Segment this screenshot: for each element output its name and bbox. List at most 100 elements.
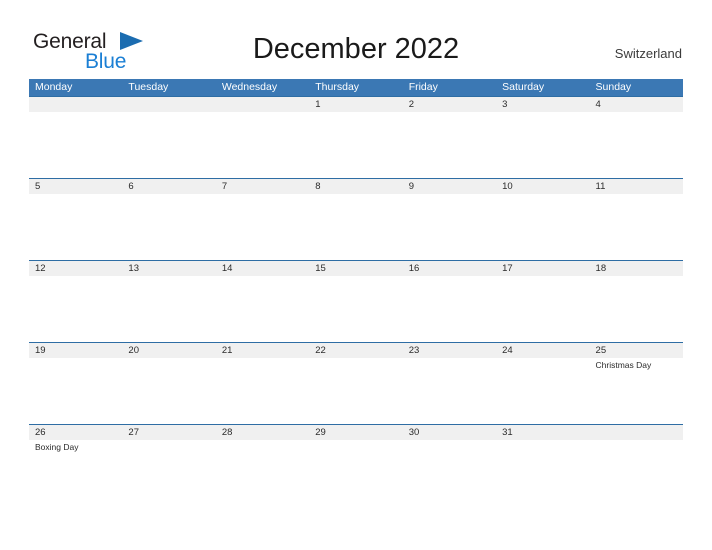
day-number[interactable]: 24 bbox=[496, 343, 589, 358]
day-cell[interactable] bbox=[216, 194, 309, 260]
day-number[interactable] bbox=[590, 425, 683, 440]
day-number[interactable]: 15 bbox=[309, 261, 402, 276]
day-cell[interactable] bbox=[122, 112, 215, 178]
day-cell[interactable] bbox=[309, 440, 402, 506]
day-number[interactable]: 26 bbox=[29, 425, 122, 440]
day-number[interactable]: 6 bbox=[122, 179, 215, 194]
week-event-row bbox=[29, 112, 683, 178]
day-cell[interactable] bbox=[122, 194, 215, 260]
day-cell[interactable] bbox=[403, 276, 496, 342]
day-cell[interactable] bbox=[496, 194, 589, 260]
calendar-week-row: 19 20 21 22 23 24 25 Christmas Day bbox=[29, 342, 683, 424]
day-cell[interactable] bbox=[590, 276, 683, 342]
weekday-header-row: Monday Tuesday Wednesday Thursday Friday… bbox=[29, 79, 683, 96]
country-label: Switzerland bbox=[614, 46, 682, 61]
day-cell[interactable] bbox=[309, 276, 402, 342]
day-number[interactable]: 2 bbox=[403, 97, 496, 112]
day-number[interactable]: 25 bbox=[590, 343, 683, 358]
week-date-stripe: 5 6 7 8 9 10 11 bbox=[29, 179, 683, 194]
day-cell[interactable] bbox=[309, 194, 402, 260]
day-cell[interactable] bbox=[29, 358, 122, 424]
week-event-row: Boxing Day bbox=[29, 440, 683, 506]
day-number[interactable]: 8 bbox=[309, 179, 402, 194]
day-number[interactable]: 9 bbox=[403, 179, 496, 194]
day-number[interactable]: 16 bbox=[403, 261, 496, 276]
day-number[interactable]: 17 bbox=[496, 261, 589, 276]
day-number[interactable] bbox=[29, 97, 122, 112]
weekday-saturday: Saturday bbox=[502, 81, 545, 93]
day-number[interactable]: 1 bbox=[309, 97, 402, 112]
week-event-row: Christmas Day bbox=[29, 358, 683, 424]
calendar-week-row: 12 13 14 15 16 17 18 bbox=[29, 260, 683, 342]
day-number[interactable]: 4 bbox=[590, 97, 683, 112]
day-cell[interactable] bbox=[29, 276, 122, 342]
day-number[interactable]: 21 bbox=[216, 343, 309, 358]
day-cell[interactable] bbox=[496, 358, 589, 424]
day-cell[interactable] bbox=[403, 112, 496, 178]
day-cell[interactable] bbox=[29, 112, 122, 178]
week-date-stripe: 19 20 21 22 23 24 25 bbox=[29, 343, 683, 358]
day-cell[interactable] bbox=[122, 276, 215, 342]
week-date-stripe: 1 2 3 4 bbox=[29, 97, 683, 112]
day-number[interactable]: 29 bbox=[309, 425, 402, 440]
weekday-sunday: Sunday bbox=[595, 81, 632, 93]
day-cell[interactable] bbox=[216, 112, 309, 178]
page-header: General Blue December 2022 Switzerland bbox=[0, 0, 712, 76]
week-date-stripe: 26 27 28 29 30 31 bbox=[29, 425, 683, 440]
calendar-week-row: 26 27 28 29 30 31 Boxing Day bbox=[29, 424, 683, 506]
calendar-week-row: 5 6 7 8 9 10 11 bbox=[29, 178, 683, 260]
day-cell[interactable] bbox=[590, 112, 683, 178]
day-number[interactable]: 28 bbox=[216, 425, 309, 440]
week-date-stripe: 12 13 14 15 16 17 18 bbox=[29, 261, 683, 276]
day-cell-christmas[interactable]: Christmas Day bbox=[590, 358, 683, 424]
day-cell[interactable] bbox=[216, 440, 309, 506]
day-cell[interactable] bbox=[216, 276, 309, 342]
day-number[interactable]: 30 bbox=[403, 425, 496, 440]
day-number[interactable]: 14 bbox=[216, 261, 309, 276]
day-number[interactable]: 10 bbox=[496, 179, 589, 194]
day-cell[interactable] bbox=[309, 112, 402, 178]
day-number[interactable]: 27 bbox=[122, 425, 215, 440]
day-cell[interactable] bbox=[403, 440, 496, 506]
day-cell[interactable] bbox=[496, 440, 589, 506]
day-number[interactable]: 13 bbox=[122, 261, 215, 276]
weekday-monday: Monday bbox=[35, 81, 73, 93]
day-number[interactable]: 18 bbox=[590, 261, 683, 276]
day-cell[interactable] bbox=[403, 358, 496, 424]
day-cell[interactable] bbox=[590, 194, 683, 260]
day-number[interactable]: 11 bbox=[590, 179, 683, 194]
day-number[interactable] bbox=[122, 97, 215, 112]
day-cell-boxing[interactable]: Boxing Day bbox=[29, 440, 122, 506]
weekday-friday: Friday bbox=[408, 81, 438, 93]
day-cell[interactable] bbox=[122, 358, 215, 424]
day-number[interactable]: 3 bbox=[496, 97, 589, 112]
week-event-row bbox=[29, 276, 683, 342]
day-number[interactable] bbox=[216, 97, 309, 112]
day-number[interactable]: 5 bbox=[29, 179, 122, 194]
day-cell[interactable] bbox=[309, 358, 402, 424]
day-cell[interactable] bbox=[403, 194, 496, 260]
day-cell[interactable] bbox=[496, 276, 589, 342]
calendar-week-row: 1 2 3 4 bbox=[29, 96, 683, 178]
week-event-row bbox=[29, 194, 683, 260]
day-number[interactable]: 19 bbox=[29, 343, 122, 358]
event-label: Boxing Day bbox=[35, 442, 79, 452]
calendar-grid: Monday Tuesday Wednesday Thursday Friday… bbox=[29, 79, 683, 506]
day-number[interactable]: 31 bbox=[496, 425, 589, 440]
calendar-page: General Blue December 2022 Switzerland M… bbox=[0, 0, 712, 550]
day-number[interactable]: 12 bbox=[29, 261, 122, 276]
day-cell[interactable] bbox=[590, 440, 683, 506]
weekday-thursday: Thursday bbox=[315, 81, 360, 93]
weekday-tuesday: Tuesday bbox=[128, 81, 169, 93]
event-label: Christmas Day bbox=[595, 360, 652, 370]
day-number[interactable]: 20 bbox=[122, 343, 215, 358]
day-cell[interactable] bbox=[29, 194, 122, 260]
weekday-wednesday: Wednesday bbox=[221, 81, 278, 93]
day-cell[interactable] bbox=[496, 112, 589, 178]
day-cell[interactable] bbox=[216, 358, 309, 424]
day-number[interactable]: 7 bbox=[216, 179, 309, 194]
day-cell[interactable] bbox=[122, 440, 215, 506]
page-title: December 2022 bbox=[252, 33, 460, 65]
day-number[interactable]: 23 bbox=[403, 343, 496, 358]
day-number[interactable]: 22 bbox=[309, 343, 402, 358]
